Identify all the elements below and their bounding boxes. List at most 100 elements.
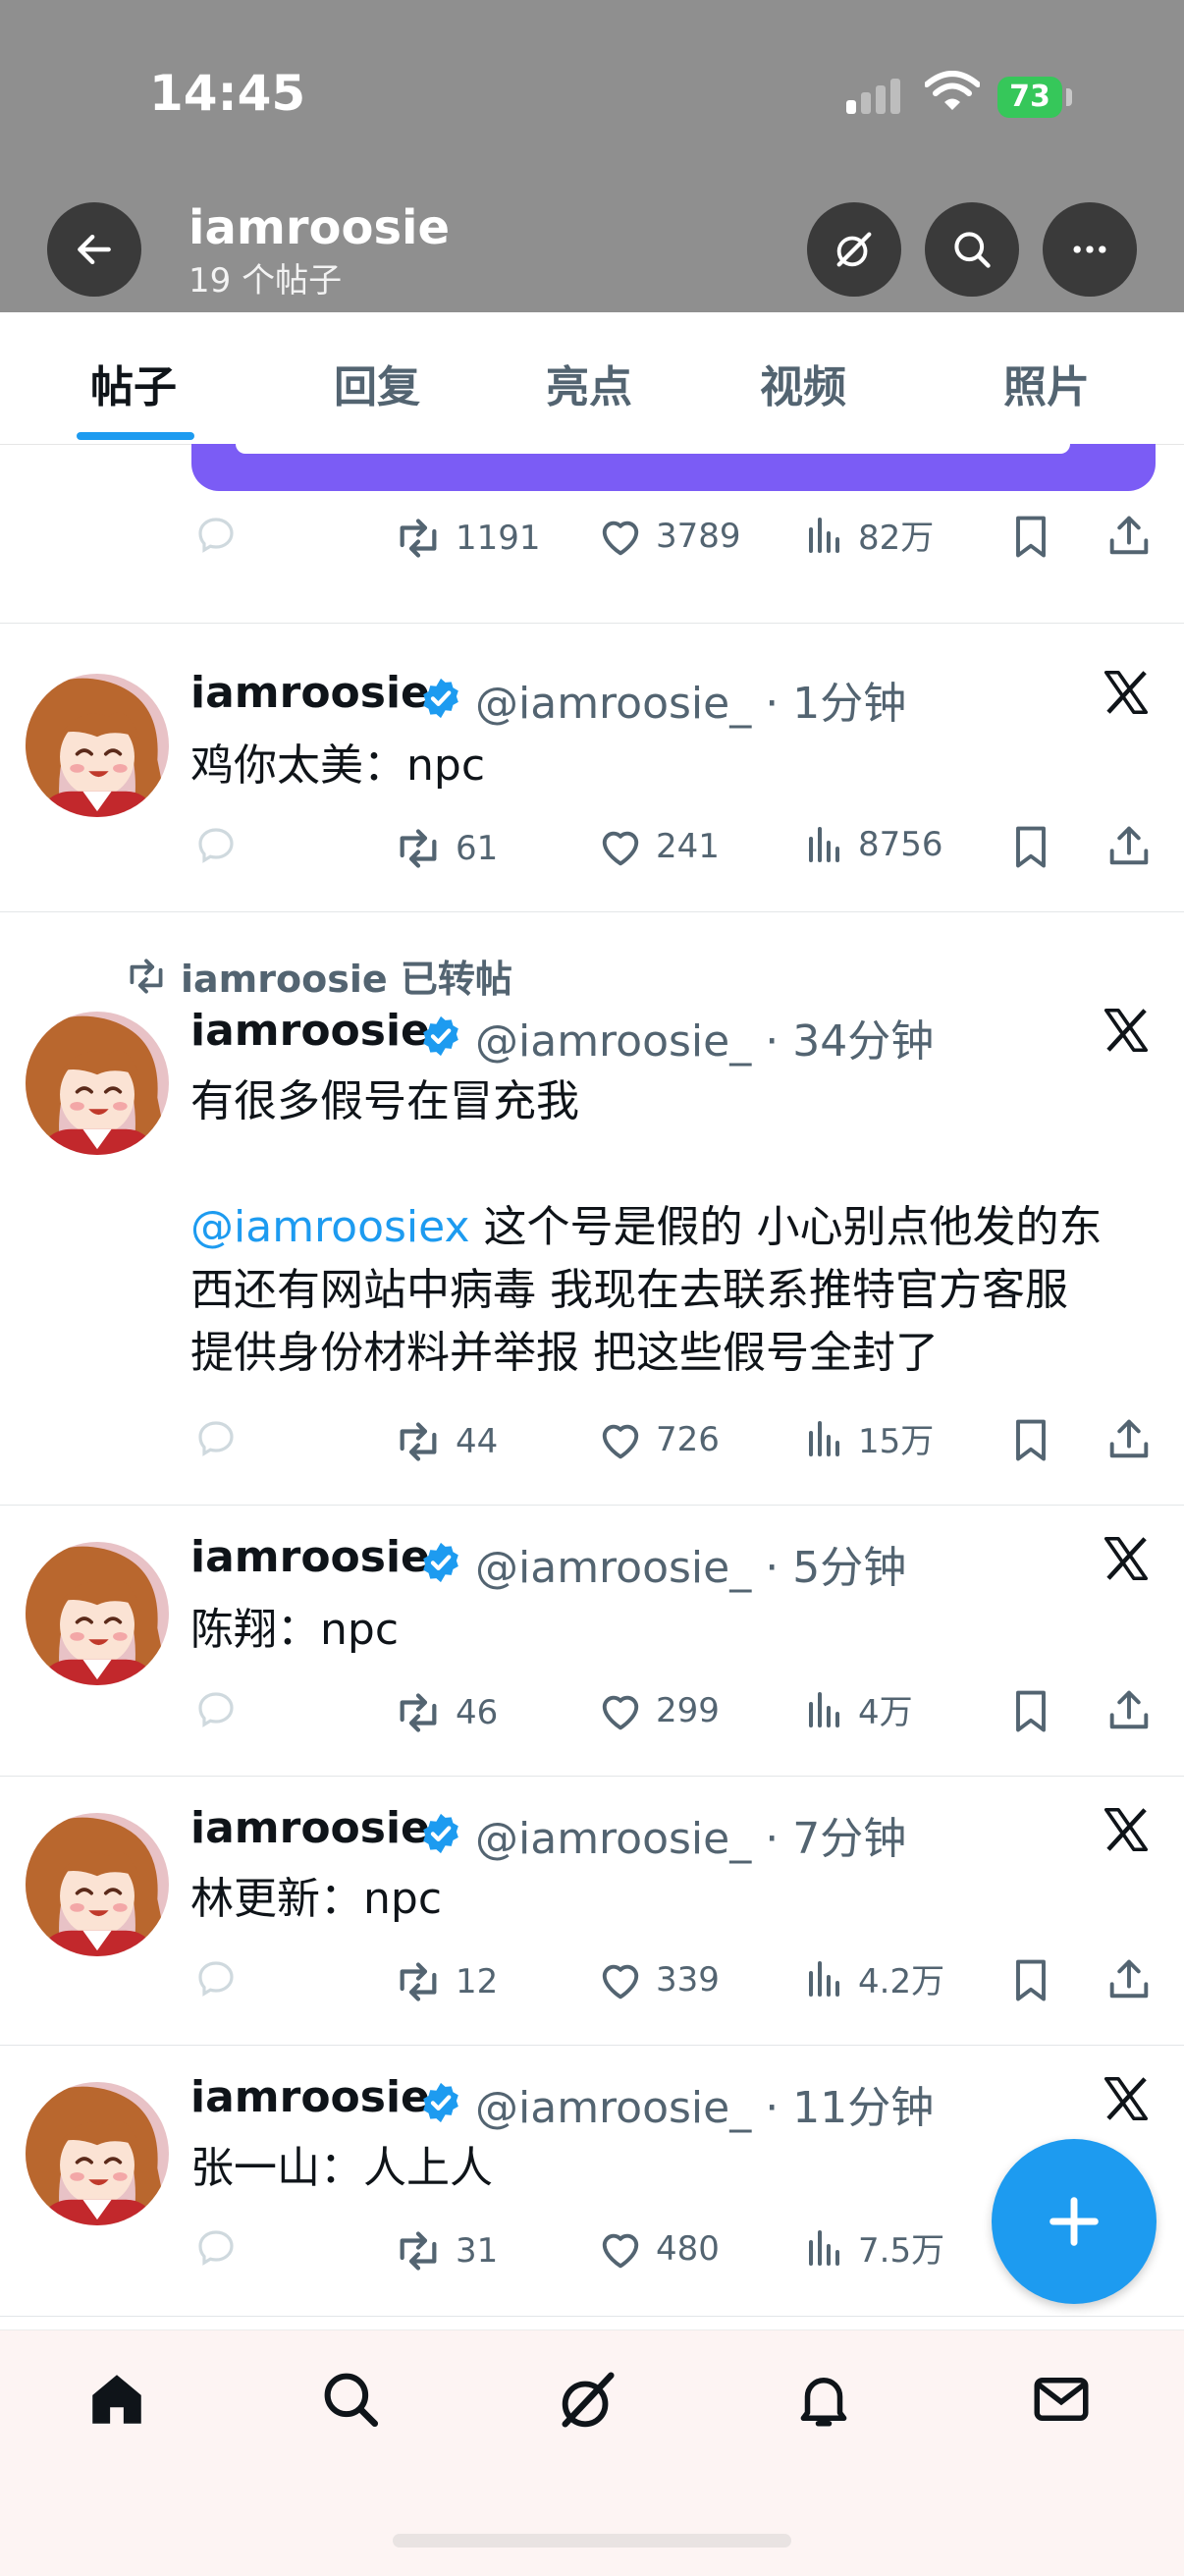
- share-icon: [1103, 821, 1155, 872]
- back-button[interactable]: [47, 202, 141, 297]
- views-button[interactable]: 82万: [801, 511, 934, 559]
- handle-text: @iamroosie_: [475, 679, 752, 729]
- more-button[interactable]: [1043, 202, 1137, 297]
- reply-button[interactable]: [192, 821, 249, 868]
- tab-videos[interactable]: 视频: [760, 352, 846, 414]
- like-count: 3789: [656, 517, 741, 556]
- bookmark-icon: [1005, 1414, 1056, 1465]
- views-button[interactable]: 8756: [801, 821, 943, 868]
- search-icon: [954, 232, 991, 268]
- grok-button[interactable]: [807, 202, 901, 297]
- reply-button[interactable]: [192, 511, 249, 558]
- avatar[interactable]: [26, 1813, 169, 1956]
- mention-link[interactable]: @iamroosiex: [190, 1202, 470, 1252]
- grok-icon[interactable]: [554, 2367, 622, 2436]
- retweet-button[interactable]: 46: [391, 1685, 498, 1740]
- share-button[interactable]: [1103, 1685, 1164, 1736]
- handle-text: @iamroosie_: [475, 1016, 752, 1067]
- messages-envelope-icon[interactable]: [1029, 2367, 1094, 2432]
- post-text: 有很多假号在冒充我 @iamroosiex 这个号是假的 小心别点他发的东 西还…: [190, 1070, 1102, 1385]
- bookmark-button[interactable]: [1005, 1685, 1066, 1736]
- share-icon: [1103, 1685, 1155, 1736]
- post-text-line: @iamroosiex 这个号是假的 小心别点他发的东: [190, 1196, 1102, 1259]
- tab-photos[interactable]: 照片: [1003, 352, 1090, 414]
- like-count: 726: [656, 1420, 720, 1459]
- media-card-inner: [236, 444, 1070, 454]
- share-button[interactable]: [1103, 1414, 1164, 1465]
- time-dot: ·: [751, 1814, 793, 1864]
- post-text-line: 西还有网站中病毒 我现在去联系推特官方客服: [190, 1265, 1068, 1315]
- x-logo-icon[interactable]: [1100, 2072, 1153, 2125]
- post-time[interactable]: 34分钟: [792, 1016, 934, 1067]
- avatar[interactable]: [26, 1542, 169, 1685]
- like-button[interactable]: 241: [595, 821, 720, 872]
- bookmark-icon: [1005, 511, 1056, 562]
- avatar[interactable]: [26, 674, 169, 817]
- like-button[interactable]: 339: [595, 1954, 720, 2005]
- author-name[interactable]: iamroosie: [190, 668, 430, 718]
- bookmark-icon: [1005, 1954, 1056, 2005]
- reply-button[interactable]: [192, 1414, 249, 1461]
- like-button[interactable]: 480: [595, 2223, 720, 2275]
- x-logo-icon[interactable]: [1100, 666, 1153, 719]
- repost-indicator[interactable]: iamroosie 已转帖: [122, 949, 512, 1003]
- arrow-left-icon: [78, 234, 111, 265]
- heart-icon: [595, 511, 646, 562]
- verified-badge-icon: [418, 1811, 463, 1856]
- grok-icon: [836, 232, 872, 267]
- time-dot: ·: [751, 2083, 793, 2133]
- retweet-icon: [391, 1954, 446, 2009]
- like-button[interactable]: 299: [595, 1685, 720, 1736]
- views-button[interactable]: 4.2万: [801, 1954, 944, 2002]
- views-button[interactable]: 7.5万: [801, 2223, 944, 2272]
- retweet-button[interactable]: 61: [391, 821, 498, 876]
- post-time[interactable]: 11分钟: [792, 2083, 934, 2133]
- battery-cap: [1066, 88, 1072, 106]
- retweet-button[interactable]: 31: [391, 2223, 498, 2278]
- author-name[interactable]: iamroosie: [190, 2072, 430, 2122]
- bookmark-button[interactable]: [1005, 821, 1066, 872]
- bookmark-button[interactable]: [1005, 511, 1066, 562]
- tab-replies[interactable]: 回复: [334, 352, 420, 414]
- share-button[interactable]: [1103, 511, 1164, 562]
- views-button[interactable]: 15万: [801, 1414, 934, 1462]
- views-button[interactable]: 4万: [801, 1685, 913, 1733]
- tab-highlights[interactable]: 亮点: [546, 352, 632, 414]
- author-name[interactable]: iamroosie: [190, 1006, 430, 1056]
- x-logo-icon[interactable]: [1100, 1532, 1153, 1585]
- x-logo-icon[interactable]: [1100, 1803, 1153, 1856]
- avatar[interactable]: [26, 1012, 169, 1155]
- reply-icon: [192, 1414, 240, 1461]
- reply-button[interactable]: [192, 1954, 249, 2001]
- post-time[interactable]: 5分钟: [792, 1543, 906, 1593]
- like-button[interactable]: 726: [595, 1414, 720, 1465]
- like-button[interactable]: 3789: [595, 511, 741, 562]
- share-button[interactable]: [1103, 1954, 1164, 2005]
- tab-posts[interactable]: 帖子: [90, 352, 177, 414]
- view-count: 82万: [858, 519, 935, 558]
- author-name[interactable]: iamroosie: [190, 1532, 430, 1582]
- share-button[interactable]: [1103, 821, 1164, 872]
- search-button[interactable]: [925, 202, 1019, 297]
- reply-icon: [192, 1685, 240, 1732]
- divider: [0, 1776, 1184, 1777]
- search-icon[interactable]: [318, 2367, 383, 2432]
- post-time[interactable]: 7分钟: [792, 1814, 906, 1864]
- retweet-button[interactable]: 12: [391, 1954, 498, 2009]
- avatar[interactable]: [26, 2082, 169, 2225]
- compose-button[interactable]: [992, 2139, 1157, 2304]
- retweet-button[interactable]: 1191: [391, 511, 541, 566]
- home-icon[interactable]: [84, 2367, 149, 2432]
- share-icon: [1103, 1414, 1155, 1465]
- author-name[interactable]: iamroosie: [190, 1803, 430, 1853]
- retweet-button[interactable]: 44: [391, 1414, 498, 1469]
- reply-button[interactable]: [192, 1685, 249, 1732]
- post-time[interactable]: 1分钟: [792, 679, 906, 729]
- x-logo-icon[interactable]: [1100, 1004, 1153, 1057]
- notifications-bell-icon[interactable]: [791, 2367, 856, 2432]
- profile-name: iamroosie: [188, 200, 451, 255]
- bookmark-button[interactable]: [1005, 1954, 1066, 2005]
- reply-button[interactable]: [192, 2223, 249, 2271]
- bookmark-button[interactable]: [1005, 1414, 1066, 1465]
